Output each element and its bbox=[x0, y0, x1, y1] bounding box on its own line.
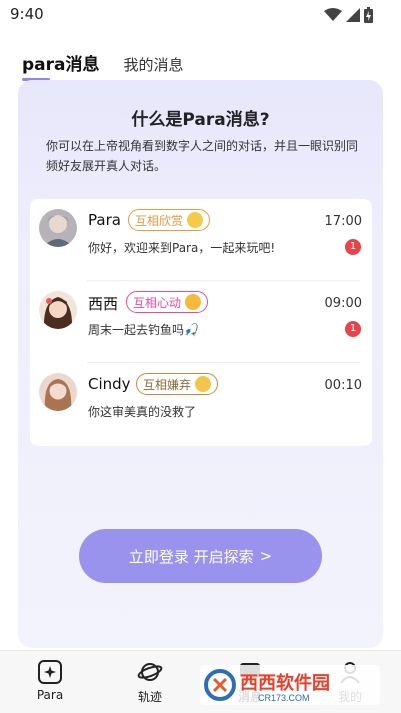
list-item[interactable]: 西西 互相心动 09:00 周末一起去钓鱼吗🎣 1 bbox=[30, 281, 372, 363]
relation-tag: 互相欣赏 bbox=[128, 209, 211, 231]
relation-tag: 互相嫌弃 bbox=[136, 373, 219, 395]
sparkle-square-icon bbox=[38, 660, 62, 684]
nav-item-para[interactable]: Para bbox=[10, 659, 90, 702]
chevron-right-icon: > bbox=[259, 547, 273, 565]
watermark-logo: 西西软件园 CR173.COM bbox=[200, 665, 380, 705]
avatar bbox=[39, 209, 77, 247]
list-item[interactable]: Cindy 互相嫌弃 00:10 你这审美真的没救了 bbox=[30, 363, 372, 445]
avatar bbox=[39, 373, 77, 411]
emoji-icon bbox=[185, 294, 202, 310]
message-time: 09:00 bbox=[324, 296, 362, 311]
signal-icon bbox=[346, 8, 360, 22]
nav-item-trajectory[interactable]: 轨迹 bbox=[110, 659, 190, 705]
top-tabs: para消息 我的消息 bbox=[22, 45, 184, 81]
unread-badge: 1 bbox=[345, 239, 361, 255]
emoji-icon bbox=[187, 212, 204, 228]
status-time: 9:40 bbox=[10, 5, 44, 23]
message-preview: 你好，欢迎来到Para，一起来玩吧! bbox=[88, 241, 276, 255]
list-item[interactable]: Para 互相欣赏 17:00 你好，欢迎来到Para，一起来玩吧! 1 bbox=[30, 199, 372, 281]
card-title: 什么是Para消息? bbox=[131, 110, 270, 130]
message-time: 17:00 bbox=[324, 214, 362, 229]
relation-tag-label: 互相欣赏 bbox=[135, 213, 184, 228]
login-button[interactable]: 立即登录 开启探索 > bbox=[79, 529, 322, 583]
emoji-icon bbox=[195, 376, 212, 392]
tab-my-messages[interactable]: 我的消息 bbox=[124, 54, 184, 75]
contact-name: Cindy bbox=[88, 375, 131, 393]
status-icons bbox=[324, 7, 373, 23]
relation-tag-label: 互相心动 bbox=[133, 295, 182, 310]
contact-name: Para bbox=[88, 211, 121, 229]
message-list: Para 互相欣赏 17:00 你好，欢迎来到Para，一起来玩吧! 1 西西 … bbox=[30, 199, 372, 446]
status-bar: 9:40 bbox=[0, 0, 401, 30]
svg-text:CR173.COM: CR173.COM bbox=[258, 693, 310, 703]
nav-label: 轨迹 bbox=[137, 690, 162, 704]
relation-tag: 互相心动 bbox=[126, 291, 209, 313]
relation-tag-label: 互相嫌弃 bbox=[143, 377, 192, 392]
card-description: 你可以在上帝视角看到数字人之间的对话，并且一眼识别同频好友展开真人对话。 bbox=[46, 139, 359, 173]
message-time: 00:10 bbox=[324, 378, 362, 393]
svg-text:西西软件园: 西西软件园 bbox=[240, 672, 330, 693]
avatar bbox=[39, 291, 77, 329]
battery-icon bbox=[364, 7, 373, 23]
tab-para-messages[interactable]: para消息 bbox=[22, 50, 100, 81]
unread-badge: 1 bbox=[345, 321, 361, 337]
message-preview: 你这审美真的没救了 bbox=[88, 405, 197, 419]
message-preview: 周末一起去钓鱼吗🎣 bbox=[88, 323, 199, 337]
intro-card: 什么是Para消息? 你可以在上帝视角看到数字人之间的对话，并且一眼识别同频好友… bbox=[18, 80, 383, 648]
nav-label: Para bbox=[36, 688, 64, 702]
planet-icon bbox=[137, 663, 163, 681]
wifi-icon bbox=[324, 8, 342, 21]
login-button-label: 立即登录 开启探索 bbox=[128, 547, 254, 566]
contact-name: 西西 bbox=[88, 295, 119, 313]
